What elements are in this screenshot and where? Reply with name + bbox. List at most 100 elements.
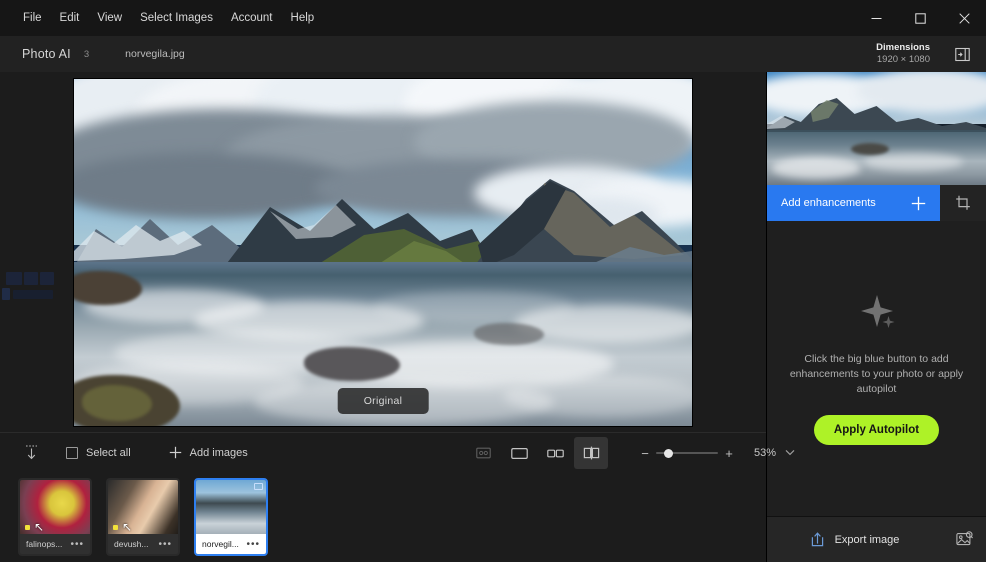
thumbnail-image — [108, 480, 178, 538]
rock — [82, 385, 152, 421]
zoom-in-button[interactable]: + — [722, 446, 736, 461]
body-row: Original Select all — [0, 72, 986, 562]
edge-artifact — [0, 264, 68, 310]
thumbnail-name: devush... — [114, 539, 149, 549]
crop-icon — [955, 195, 971, 211]
zoom-value[interactable]: 53% — [754, 447, 776, 459]
foam — [504, 375, 692, 417]
menu-item-file[interactable]: File — [14, 8, 51, 28]
image-settings-icon — [956, 531, 973, 548]
thumbnail-menu-button[interactable]: ••• — [158, 539, 172, 550]
sub-header: Photo AI 3 norvegila.jpg Dimensions 1920… — [0, 36, 986, 72]
split-pane-icon — [583, 446, 600, 460]
single-pane-icon — [511, 447, 528, 460]
original-label[interactable]: Original — [338, 388, 429, 414]
main-column: Original Select all — [0, 72, 766, 562]
download-button[interactable] — [18, 440, 44, 466]
maximize-button[interactable] — [898, 0, 942, 36]
right-panel: Add enhancements — [766, 72, 986, 562]
compare-icon — [476, 446, 491, 460]
thumbnail-name: norvegil... — [202, 539, 239, 549]
thumbnail-image — [20, 480, 90, 538]
status-dot — [113, 525, 118, 530]
thumbnail-falinops[interactable]: ↖ falinops... ••• — [18, 478, 92, 556]
title-bar: File Edit View Select Images Account Hel… — [0, 0, 986, 36]
panel-toggle-button[interactable] — [948, 42, 976, 66]
chevron-down-glyph — [785, 449, 795, 456]
zoom-slider[interactable] — [656, 446, 718, 460]
thumbnail-menu-button[interactable]: ••• — [70, 539, 84, 550]
apply-autopilot-button[interactable]: Apply Autopilot — [814, 415, 939, 445]
preview-rock — [851, 143, 889, 155]
view-mode-compare[interactable] — [466, 437, 500, 469]
collapse-panel-icon — [955, 47, 970, 62]
status-dot — [25, 525, 30, 530]
select-all-checkbox[interactable] — [66, 447, 78, 459]
panel-empty-state: Click the big blue button to add enhance… — [767, 221, 986, 516]
add-images-button[interactable]: Add images — [161, 442, 256, 463]
side-by-side-icon — [547, 447, 564, 460]
add-enhancements-button[interactable]: Add enhancements — [767, 185, 940, 221]
toolbar-left-group: Select all Add images — [0, 440, 256, 466]
zoom-control: − + 53% — [638, 446, 795, 461]
crop-button[interactable] — [940, 185, 986, 221]
sparkle-icon — [857, 292, 897, 332]
toolbar-view-controls: − + 53% — [466, 433, 795, 473]
dimensions-label: Dimensions — [876, 42, 930, 54]
thumbnail-bar: devush... ••• — [108, 534, 178, 554]
dimensions-display: Dimensions 1920 × 1080 — [876, 36, 930, 72]
plus-icon — [169, 446, 182, 459]
rock — [304, 347, 400, 381]
menu-item-help[interactable]: Help — [282, 8, 324, 28]
export-settings-button[interactable] — [942, 517, 986, 562]
bottom-toolbar: Select all Add images — [0, 432, 766, 472]
main-photo[interactable]: Original — [74, 79, 692, 426]
upload-icon — [810, 531, 825, 548]
maximize-icon — [915, 13, 926, 24]
expand-arrow-icon: ↖ — [122, 520, 132, 534]
menu-item-account[interactable]: Account — [222, 8, 282, 28]
empty-state-hint: Click the big blue button to add enhance… — [785, 352, 968, 397]
menu-item-select-images[interactable]: Select Images — [131, 8, 222, 28]
view-mode-single[interactable] — [502, 437, 536, 469]
dimensions-value: 1920 × 1080 — [877, 54, 930, 66]
expand-arrow-icon: ↖ — [34, 520, 44, 534]
current-file-name: norvegila.jpg — [125, 48, 185, 60]
thumbnail-bar: norvegil... ••• — [196, 534, 266, 554]
corner-marker-icon — [254, 483, 263, 490]
window-controls — [854, 0, 986, 36]
close-icon — [959, 13, 970, 24]
rock — [474, 323, 544, 345]
preview-foam — [771, 157, 861, 179]
image-count-badge: 3 — [84, 49, 89, 60]
view-mode-side-by-side[interactable] — [538, 437, 572, 469]
export-image-button[interactable]: Export image — [767, 517, 942, 562]
download-icon — [24, 444, 39, 461]
thumbnail-devush[interactable]: ↖ devush... ••• — [106, 478, 180, 556]
preview-foam — [863, 153, 963, 171]
minimize-icon — [871, 13, 882, 24]
view-mode-split[interactable] — [574, 437, 608, 469]
add-images-label: Add images — [190, 447, 248, 459]
zoom-out-button[interactable]: − — [638, 446, 652, 461]
enhancements-row: Add enhancements — [767, 185, 986, 221]
menu-bar: File Edit View Select Images Account Hel… — [14, 8, 323, 28]
select-all-control[interactable]: Select all — [58, 443, 139, 463]
thumbnail-norvegil[interactable]: norvegil... ••• — [194, 478, 268, 556]
close-button[interactable] — [942, 0, 986, 36]
select-all-label: Select all — [86, 447, 131, 459]
minimize-button[interactable] — [854, 0, 898, 36]
export-bar: Export image — [767, 516, 986, 562]
zoom-slider-knob[interactable] — [664, 449, 673, 458]
chevron-down-icon[interactable] — [785, 448, 795, 458]
menu-item-edit[interactable]: Edit — [51, 8, 89, 28]
menu-item-view[interactable]: View — [88, 8, 131, 28]
plus-icon — [911, 196, 926, 211]
add-enhancements-label: Add enhancements — [781, 197, 876, 209]
app-title: Photo AI — [22, 47, 71, 61]
canvas-area[interactable]: Original — [0, 72, 766, 432]
export-image-label: Export image — [835, 534, 900, 546]
thumbnail-menu-button[interactable]: ••• — [246, 539, 260, 550]
preview-thumbnail[interactable] — [767, 72, 986, 185]
thumbnail-bar: falinops... ••• — [20, 534, 90, 554]
